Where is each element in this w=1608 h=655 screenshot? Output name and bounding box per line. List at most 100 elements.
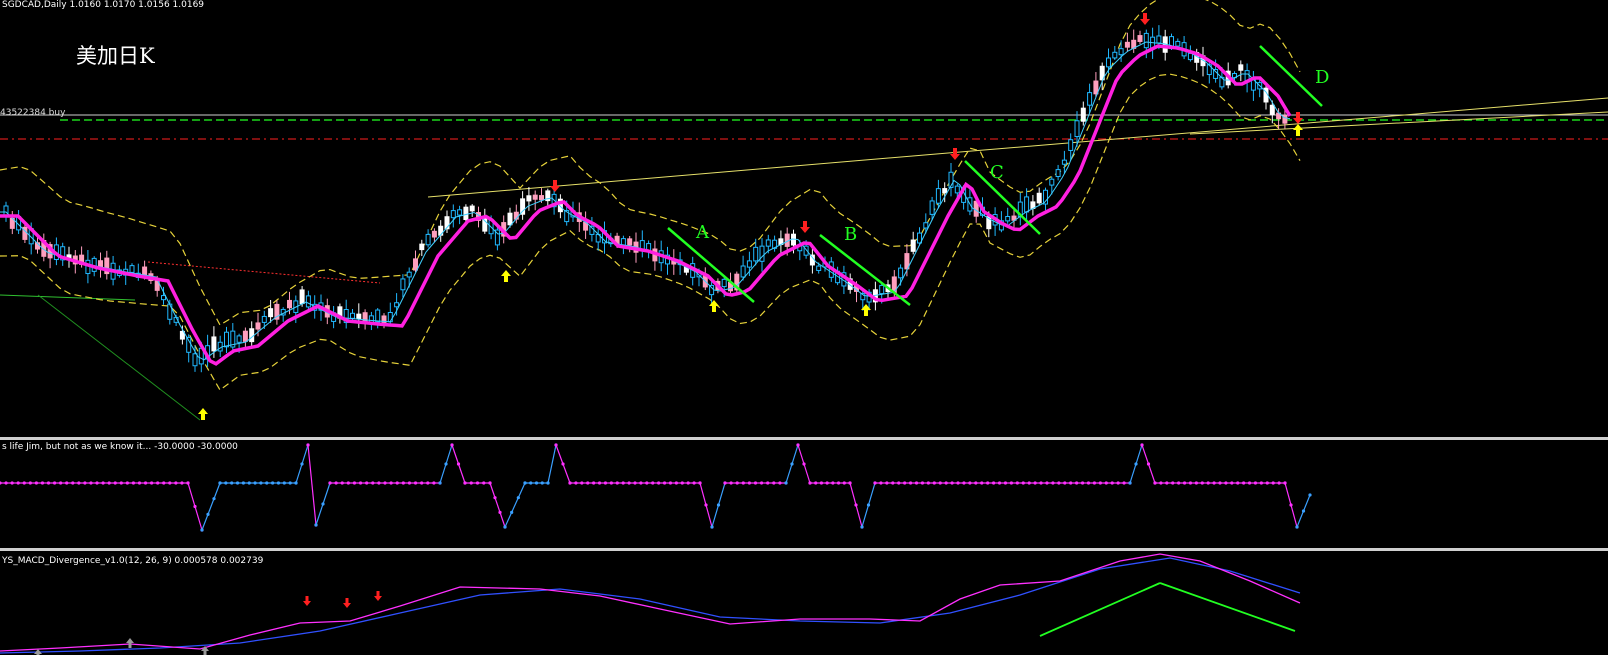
oscillator-dot xyxy=(168,481,172,485)
oscillator-dot xyxy=(997,481,1002,485)
oscillator-dot xyxy=(885,481,889,485)
oscillator-dot xyxy=(83,481,87,485)
oscillator-dot xyxy=(1122,481,1126,485)
candle-body xyxy=(1143,32,1149,49)
oscillator-dot xyxy=(1295,525,1299,529)
signal-arrow-down-icon xyxy=(800,221,810,233)
candle-body xyxy=(1175,40,1181,47)
candle-body xyxy=(394,302,400,308)
oscillator-dot xyxy=(908,481,913,485)
oscillator-dot xyxy=(873,481,877,485)
candle-body xyxy=(305,295,311,308)
candle-body xyxy=(1005,216,1011,222)
oscillator-dot xyxy=(314,523,318,527)
signal-arrow-down-icon xyxy=(950,148,960,160)
oscillator-pane[interactable]: s life Jim, but not as we know it... -30… xyxy=(0,440,1608,548)
oscillator-dot xyxy=(1259,481,1263,485)
oscillator-dot xyxy=(729,481,733,485)
oscillator-dot xyxy=(271,481,275,485)
candle-body xyxy=(740,265,746,278)
oscillator-dot xyxy=(358,481,363,485)
candle-body xyxy=(816,265,822,271)
oscillator-dot xyxy=(1171,481,1175,485)
oscillator-dot xyxy=(772,481,776,485)
candle-body xyxy=(520,198,526,215)
oscillator-dot xyxy=(1224,481,1228,485)
oscillator-dot xyxy=(77,481,81,485)
oscillator-dot xyxy=(710,525,714,529)
signal-arrow-up-icon xyxy=(501,270,511,282)
oscillator-dot xyxy=(1075,481,1079,485)
oscillator-dot xyxy=(651,481,655,485)
oscillator-dot xyxy=(1308,493,1312,497)
oscillator-dot xyxy=(180,481,184,485)
price-chart-pane[interactable]: SGDCAD,Daily 1.0160 1.0170 1.0156 1.0169… xyxy=(0,0,1608,437)
oscillator-dot xyxy=(247,481,251,485)
oscillator-dot xyxy=(1128,481,1132,485)
oscillator-dot xyxy=(1242,481,1246,485)
oscillator-dot xyxy=(932,481,936,485)
oscillator-dot xyxy=(95,481,99,485)
oscillator-dot xyxy=(554,443,558,447)
oscillator-dot xyxy=(1247,481,1252,485)
oscillator-dot xyxy=(52,481,57,485)
oscillator-line xyxy=(504,482,526,528)
oscillator-dot xyxy=(1265,481,1269,485)
oscillator-dot xyxy=(503,525,507,529)
oscillator-dot xyxy=(1110,481,1114,485)
divergence-line xyxy=(1159,582,1296,632)
candle-body xyxy=(463,206,469,221)
oscillator-dot xyxy=(597,481,602,485)
trendline-red xyxy=(147,261,381,284)
candle-body xyxy=(129,265,135,273)
oscillator-dot xyxy=(34,481,38,485)
oscillator-dot xyxy=(1116,481,1120,485)
oscillator-dot xyxy=(674,481,678,485)
wave-label-c: C xyxy=(990,162,1004,183)
candle-body xyxy=(1187,52,1193,61)
oscillator-dot xyxy=(1051,481,1055,485)
oscillator-dot xyxy=(926,481,930,485)
candle-body xyxy=(627,238,633,246)
oscillator-dot xyxy=(1063,481,1067,485)
macd-pane[interactable]: YS_MACD_Divergence_v1.0(12, 26, 9) 0.000… xyxy=(0,551,1608,655)
candle-body xyxy=(898,267,904,279)
candle-body xyxy=(406,271,412,278)
oscillator-dot xyxy=(1021,481,1025,485)
oscillator-dot xyxy=(1153,481,1157,485)
oscillator-dot xyxy=(65,481,69,485)
oscillator-dot xyxy=(1080,481,1085,485)
oscillator-dot xyxy=(241,481,245,485)
wave-label-d: D xyxy=(1315,67,1329,88)
oscillator-dot xyxy=(137,481,142,485)
oscillator-line xyxy=(547,444,557,484)
oscillator-dot xyxy=(282,481,286,485)
oscillator-dot xyxy=(383,481,387,485)
oscillator-dot xyxy=(150,481,154,485)
oscillator-dot xyxy=(1177,481,1181,485)
oscillator-dot xyxy=(488,481,492,485)
oscillator-dot xyxy=(426,481,430,485)
oscillator-dot xyxy=(627,481,631,485)
oscillator-dot xyxy=(639,481,643,485)
candle-body xyxy=(242,330,248,342)
oscillator-svg xyxy=(0,443,1312,532)
oscillator-dot xyxy=(193,504,197,509)
oscillator-dot xyxy=(842,481,846,485)
oscillator-dot xyxy=(125,481,129,485)
candle-body xyxy=(1093,80,1099,95)
oscillator-dot xyxy=(1009,481,1013,485)
oscillator-dot xyxy=(510,510,514,514)
candle-body xyxy=(1049,178,1055,186)
oscillator-dot xyxy=(71,481,75,485)
oscillator-dot xyxy=(831,481,835,485)
envelope-lower xyxy=(0,73,1301,391)
candle-body xyxy=(1269,104,1275,115)
oscillator-dot xyxy=(1134,462,1138,466)
oscillator-dot xyxy=(914,481,919,485)
oscillator-dot xyxy=(413,481,418,485)
oscillator-dot xyxy=(1236,481,1240,485)
oscillator-dot xyxy=(230,481,234,485)
candle-body xyxy=(425,233,431,246)
signal-arrow-up-icon xyxy=(709,300,719,312)
